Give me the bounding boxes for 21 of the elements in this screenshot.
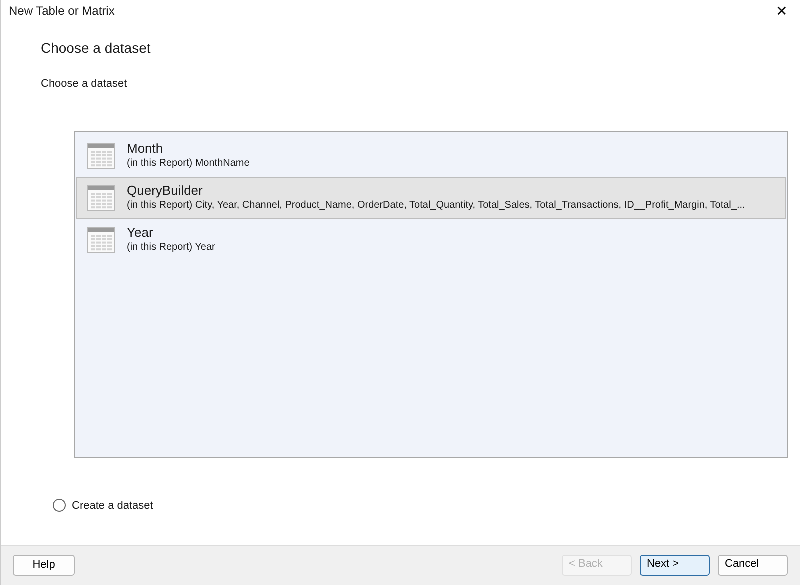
wizard-button[interactable]: Cancel: [718, 555, 788, 576]
dataset-fields: (in this Report) MonthName: [127, 156, 250, 170]
help-button[interactable]: Help: [13, 555, 75, 576]
close-button[interactable]: ✕: [772, 4, 792, 18]
dataset-name: Month: [127, 141, 164, 157]
dataset-item[interactable]: QueryBuilder (in this Report) City, Year, Channel, Product_Name, OrderDate, Total_Quantity, Total_Sales, Total_Transactions, ID__Profit_Margin, Total_...: [76, 176, 786, 218]
dataset-name: Year: [127, 225, 154, 241]
window-title: New Table or Matrix: [9, 3, 115, 20]
dataset-item[interactable]: Month (in this Report) MonthName: [76, 134, 786, 176]
dataset-fields: (in this Report) Year: [127, 240, 216, 254]
radio-button[interactable]: [53, 499, 66, 512]
dataset-name: QueryBuilder: [127, 183, 204, 199]
dataset-item[interactable]: Year (in this Report) Year: [76, 218, 786, 260]
dataset-fields: (in this Report) City, Year, Channel, Product_Name, OrderDate, Total_Quantity, Total_Sales, Total_Transactions, ID__Profit_Margin, Total_...: [127, 198, 746, 212]
wizard-button[interactable]: Next >: [640, 555, 710, 576]
section-label: Choose a dataset: [41, 77, 128, 92]
table-icon: [87, 226, 115, 252]
page-title: Choose a dataset: [41, 39, 152, 58]
table-icon: [87, 184, 115, 210]
table-icon: [87, 142, 115, 168]
radio-label: Create a dataset: [72, 498, 154, 514]
